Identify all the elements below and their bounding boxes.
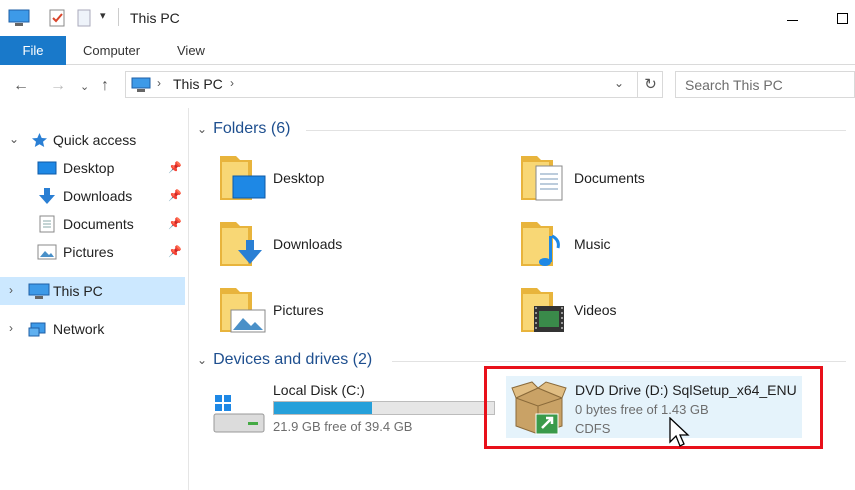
folder-label: Pictures xyxy=(273,302,324,318)
desktop-icon xyxy=(37,161,57,175)
documents-folder-icon xyxy=(521,156,563,201)
nav-item-pictures[interactable]: Pictures 📌 xyxy=(0,238,185,266)
this-pc-icon xyxy=(131,77,151,92)
folder-label: Downloads xyxy=(273,236,343,252)
forward-button[interactable]: → xyxy=(50,77,66,95)
divider xyxy=(118,8,119,26)
tab-view[interactable]: View xyxy=(177,43,205,58)
divider xyxy=(306,130,846,131)
nav-label: Documents xyxy=(63,216,134,232)
folder-desktop[interactable]: Desktop xyxy=(219,148,459,208)
download-arrow-icon xyxy=(39,188,55,204)
refresh-button[interactable]: ↻ xyxy=(637,72,663,97)
chevron-right-icon[interactable]: › xyxy=(9,283,13,297)
folders-group-header[interactable]: ⌄ Folders (6) xyxy=(197,120,290,138)
music-folder-icon xyxy=(521,222,560,266)
chevron-down-icon[interactable]: ⌄ xyxy=(197,353,207,367)
document-icon xyxy=(39,215,55,233)
nav-item-downloads[interactable]: Downloads 📌 xyxy=(0,182,185,210)
highlight-box xyxy=(484,366,823,449)
disk-usage-fill xyxy=(274,402,372,414)
back-button[interactable]: ← xyxy=(13,77,29,95)
pictures-folder-icon xyxy=(220,288,266,333)
nav-label: This PC xyxy=(53,283,103,299)
chevron-right-icon[interactable]: › xyxy=(230,76,234,90)
up-button[interactable]: ↑ xyxy=(101,77,109,95)
window-title: This PC xyxy=(130,10,180,26)
pin-icon[interactable]: 📌 xyxy=(168,189,182,202)
devices-group-header[interactable]: ⌄ Devices and drives (2) xyxy=(197,351,372,369)
network-icon xyxy=(28,322,46,337)
pin-icon[interactable]: 📌 xyxy=(168,217,182,230)
folder-label: Music xyxy=(574,236,611,252)
folder-label: Desktop xyxy=(273,170,325,186)
new-folder-icon[interactable] xyxy=(76,9,92,27)
group-title: Folders (6) xyxy=(213,120,291,137)
star-icon xyxy=(32,133,47,147)
folder-label: Documents xyxy=(574,170,645,186)
chevron-right-icon[interactable]: › xyxy=(157,76,161,90)
folder-videos[interactable]: Videos xyxy=(520,280,760,340)
nav-item-this-pc[interactable]: › This PC xyxy=(0,277,185,305)
tab-computer[interactable]: Computer xyxy=(83,43,140,58)
folder-pictures[interactable]: Pictures xyxy=(219,280,459,340)
nav-label: Pictures xyxy=(63,244,114,260)
search-box[interactable] xyxy=(675,71,855,98)
folder-documents[interactable]: Documents xyxy=(520,148,760,208)
nav-item-documents[interactable]: Documents 📌 xyxy=(0,210,185,238)
nav-item-desktop[interactable]: Desktop 📌 xyxy=(0,154,185,182)
title-bar xyxy=(0,0,855,36)
nav-label: Network xyxy=(53,321,105,337)
chevron-down-icon[interactable]: ⌄ xyxy=(614,76,624,90)
folder-label: Videos xyxy=(574,302,617,318)
nav-label: Quick access xyxy=(53,132,137,148)
minimize-button[interactable] xyxy=(775,4,811,32)
pin-icon[interactable]: 📌 xyxy=(168,161,182,174)
nav-item-quick-access[interactable]: ⌄ Quick access xyxy=(0,126,185,154)
mouse-cursor-icon xyxy=(669,417,690,447)
disk-usage-bar xyxy=(273,401,495,415)
drive-free-space: 21.9 GB free of 39.4 GB xyxy=(273,419,413,434)
nav-item-network[interactable]: › Network xyxy=(0,315,185,343)
pin-icon[interactable]: 📌 xyxy=(168,245,182,258)
chevron-down-icon[interactable]: ⌄ xyxy=(9,132,19,146)
chevron-right-icon[interactable]: › xyxy=(9,321,13,335)
customize-qat-icon[interactable]: ▾ xyxy=(100,9,106,22)
drive-name: Local Disk (C:) xyxy=(273,382,365,398)
folder-downloads[interactable]: Downloads xyxy=(219,214,459,274)
folder-music[interactable]: Music xyxy=(520,214,760,274)
tab-file[interactable]: File xyxy=(0,36,66,65)
videos-folder-icon xyxy=(521,288,564,332)
properties-icon[interactable] xyxy=(48,9,66,27)
this-pc-icon xyxy=(8,9,30,26)
recent-locations-icon[interactable]: ⌄ xyxy=(80,80,89,93)
chevron-down-icon[interactable]: ⌄ xyxy=(197,122,207,136)
desktop-folder-icon xyxy=(220,156,266,200)
search-input[interactable] xyxy=(685,77,845,93)
hard-drive-icon xyxy=(213,395,265,433)
downloads-folder-icon xyxy=(220,222,262,266)
nav-label: Downloads xyxy=(63,188,133,204)
breadcrumb[interactable]: This PC xyxy=(173,76,223,92)
group-title: Devices and drives (2) xyxy=(213,351,373,368)
divider xyxy=(392,361,846,362)
nav-label: Desktop xyxy=(63,160,115,176)
pictures-icon xyxy=(37,244,57,260)
this-pc-icon xyxy=(28,283,50,299)
maximize-button[interactable] xyxy=(828,4,855,32)
